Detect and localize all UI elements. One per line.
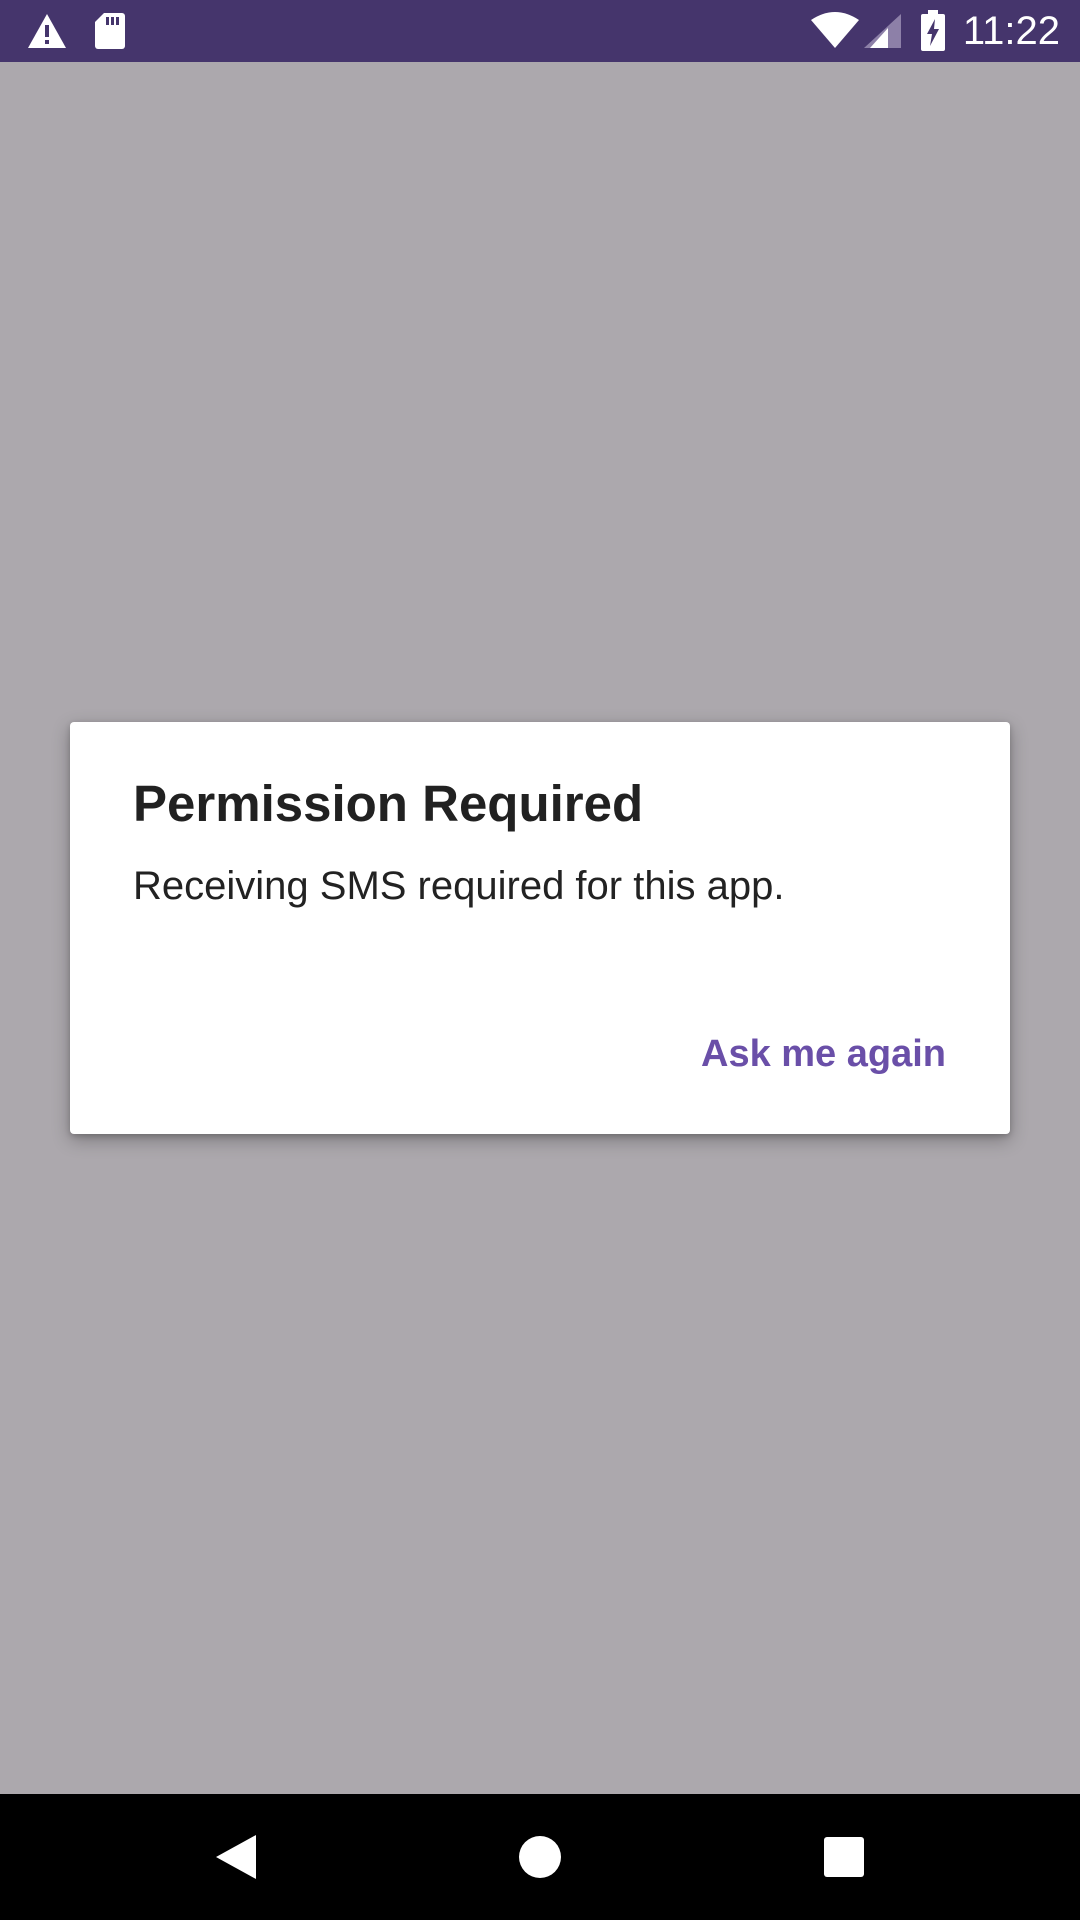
- battery-charging-icon: [920, 0, 946, 62]
- clock: 11:22: [962, 9, 1060, 53]
- wifi-icon: [810, 0, 860, 62]
- signal-icon: [862, 0, 902, 62]
- navigation-bar: [0, 1794, 1080, 1920]
- ask-me-again-button[interactable]: Ask me again: [677, 1022, 970, 1086]
- home-icon[interactable]: [510, 1827, 570, 1887]
- screen: 11:22 Permission Required Receiving SMS …: [0, 0, 1080, 1920]
- permission-dialog: Permission Required Receiving SMS requir…: [70, 722, 1010, 1134]
- status-bar: 11:22: [0, 0, 1080, 62]
- dialog-message: Receiving SMS required for this app.: [133, 864, 785, 908]
- back-icon[interactable]: [206, 1827, 266, 1887]
- sd-card-icon: [94, 0, 126, 62]
- dialog-title: Permission Required: [133, 775, 644, 832]
- warning-icon: [26, 0, 68, 62]
- recents-icon[interactable]: [814, 1827, 874, 1887]
